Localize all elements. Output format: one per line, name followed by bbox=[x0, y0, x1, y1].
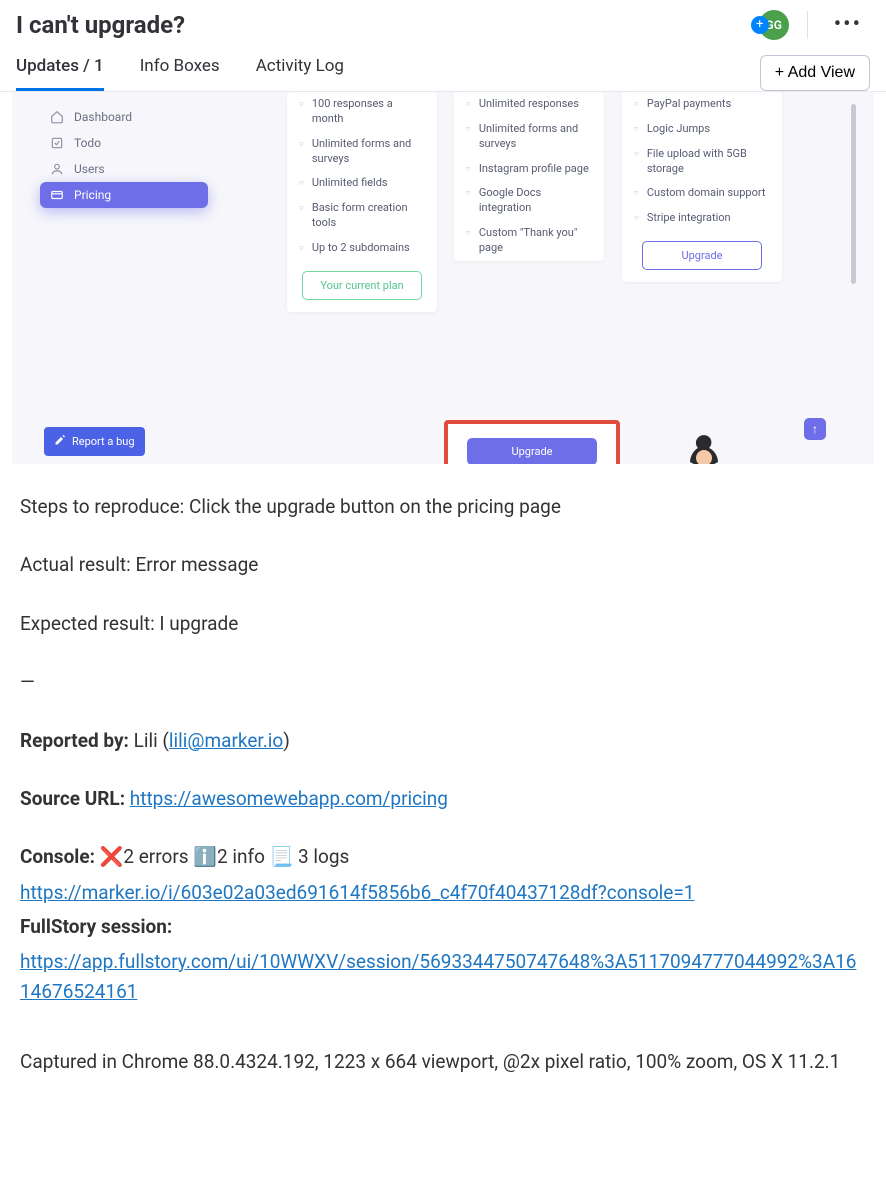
item-header: I can't upgrade? + GG ••• bbox=[0, 0, 886, 41]
captured-line: Captured in Chrome 88.0.4324.192, 1223 x… bbox=[20, 1047, 866, 1077]
feature-item: Unlimited fields bbox=[299, 171, 425, 196]
feature-item: Instagram profile page bbox=[466, 157, 592, 182]
sidebar-item-label: Dashboard bbox=[74, 110, 132, 124]
expected-line: Expected result: I upgrade bbox=[20, 609, 866, 639]
upgrade-button-outline: Upgrade bbox=[642, 241, 762, 270]
steps-value: Click the upgrade button on the pricing … bbox=[189, 495, 561, 518]
source-url-link[interactable]: https://awesomewebapp.com/pricing bbox=[130, 787, 448, 810]
tab-updates[interactable]: Updates / 1 bbox=[16, 56, 104, 91]
app-sidebar: Dashboard Todo Users bbox=[40, 104, 208, 208]
add-member-icon: + bbox=[751, 16, 769, 34]
tab-info-boxes[interactable]: Info Boxes bbox=[140, 56, 220, 91]
scrollbar bbox=[851, 104, 856, 284]
feature-item: Unlimited forms and surveys bbox=[466, 117, 592, 157]
expected-label: Expected result: bbox=[20, 612, 159, 635]
console-errors: 2 errors bbox=[123, 845, 193, 868]
reported-by-name: Lili ( bbox=[129, 729, 169, 752]
expected-value: I upgrade bbox=[159, 612, 238, 635]
page-title: I can't upgrade? bbox=[16, 11, 185, 39]
tabs: Updates / 1 Info Boxes Activity Log bbox=[16, 56, 344, 91]
fullstory-link-line: https://app.fullstory.com/ui/10WWXV/sess… bbox=[20, 947, 866, 1008]
section-divider: — bbox=[20, 667, 866, 697]
user-icon bbox=[50, 162, 64, 176]
header-actions: + GG ••• bbox=[759, 8, 870, 41]
card-icon bbox=[50, 188, 64, 202]
fullstory-label-line: FullStory session: bbox=[20, 912, 866, 942]
current-plan-button: Your current plan bbox=[302, 271, 422, 300]
console-info: 2 info bbox=[217, 845, 270, 868]
feature-item: File upload with 5GB storage bbox=[634, 142, 770, 182]
console-label: Console: bbox=[20, 845, 95, 868]
feature-item: PayPal payments bbox=[634, 92, 770, 117]
sidebar-item-label: Users bbox=[74, 162, 105, 176]
bug-screenshot[interactable]: Dashboard Todo Users bbox=[12, 92, 874, 464]
feature-item: Unlimited forms and surveys bbox=[299, 132, 425, 172]
console-line: Console: ❌2 errors ℹ️2 info 📃 3 logs bbox=[20, 842, 866, 873]
edit-icon bbox=[54, 434, 66, 449]
screenshot-content: Dashboard Todo Users bbox=[12, 92, 874, 464]
feature-item: Custom domain support bbox=[634, 181, 770, 206]
actual-value: Error message bbox=[135, 553, 258, 576]
fullstory-link[interactable]: https://app.fullstory.com/ui/10WWXV/sess… bbox=[20, 950, 856, 1003]
report-bug-button: Report a bug bbox=[44, 427, 145, 456]
info-icon: ℹ️ bbox=[193, 847, 217, 868]
more-menu-icon[interactable]: ••• bbox=[826, 8, 870, 41]
actual-line: Actual result: Error message bbox=[20, 550, 866, 580]
steps-label: Steps to reproduce: bbox=[20, 495, 189, 518]
illustration-person bbox=[684, 432, 724, 464]
home-icon bbox=[50, 110, 64, 124]
arrow-up-icon: ↑ bbox=[812, 422, 818, 436]
pricing-card-pro: PayPal payments Logic Jumps File upload … bbox=[622, 92, 782, 282]
feature-item: Google Docs integration bbox=[466, 181, 592, 221]
attachment-area: Dashboard Todo Users bbox=[0, 92, 886, 464]
feature-item: Up to 2 subdomains bbox=[299, 236, 425, 261]
source-url-line: Source URL: https://awesomewebapp.com/pr… bbox=[20, 784, 866, 814]
checklist-icon bbox=[50, 136, 64, 150]
members-control[interactable]: + GG bbox=[759, 10, 789, 40]
reported-by-label: Reported by: bbox=[20, 729, 129, 752]
sidebar-item-label: Pricing bbox=[74, 188, 111, 202]
error-icon: ❌ bbox=[100, 847, 124, 868]
sidebar-item-pricing: Pricing bbox=[40, 182, 208, 208]
reported-by-line: Reported by: Lili (lili@marker.io) bbox=[20, 726, 866, 756]
steps-line: Steps to reproduce: Click the upgrade bu… bbox=[20, 492, 866, 522]
tab-activity-log[interactable]: Activity Log bbox=[256, 56, 344, 91]
feature-item: Stripe integration bbox=[634, 206, 770, 231]
upgrade-button: Upgrade bbox=[467, 438, 597, 465]
log-icon: 📃 bbox=[270, 847, 294, 868]
update-body: Steps to reproduce: Click the upgrade bu… bbox=[0, 464, 886, 1130]
fullstory-label: FullStory session: bbox=[20, 915, 172, 938]
feature-item: Basic form creation tools bbox=[299, 196, 425, 236]
tab-bar: Updates / 1 Info Boxes Activity Log + Ad… bbox=[0, 41, 886, 92]
feature-item: Unlimited responses bbox=[466, 92, 592, 117]
console-link-line: https://marker.io/i/603e02a03ed691614f58… bbox=[20, 878, 866, 908]
console-logs: 3 logs bbox=[298, 845, 349, 868]
sidebar-item-users: Users bbox=[40, 156, 208, 182]
sidebar-item-todo: Todo bbox=[40, 130, 208, 156]
feature-item: Logic Jumps bbox=[634, 117, 770, 142]
sidebar-item-label: Todo bbox=[74, 136, 101, 150]
reported-by-email-link[interactable]: lili@marker.io bbox=[169, 729, 283, 752]
source-url-label: Source URL: bbox=[20, 787, 125, 810]
sidebar-item-dashboard: Dashboard bbox=[40, 104, 208, 130]
report-bug-label: Report a bug bbox=[72, 435, 135, 448]
feature-item: 100 responses a month bbox=[299, 92, 425, 132]
console-link[interactable]: https://marker.io/i/603e02a03ed691614f58… bbox=[20, 881, 694, 904]
annotation-highlight: Upgrade bbox=[444, 420, 620, 464]
pricing-card-mid: Unlimited responses Unlimited forms and … bbox=[454, 92, 604, 261]
scroll-top-button: ↑ bbox=[804, 418, 826, 440]
feature-item: Custom "Thank you" page bbox=[466, 221, 592, 261]
add-view-button[interactable]: + Add View bbox=[760, 55, 870, 91]
pricing-card-free: 100 responses a month Unlimited forms an… bbox=[287, 92, 437, 312]
reported-by-close: ) bbox=[283, 729, 290, 752]
actual-label: Actual result: bbox=[20, 553, 135, 576]
divider bbox=[807, 11, 808, 39]
